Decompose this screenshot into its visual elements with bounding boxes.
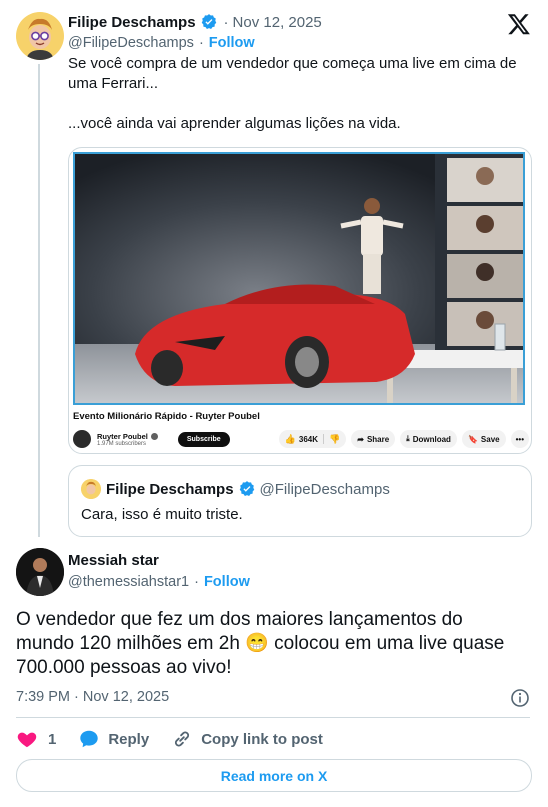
download-icon: ⤓: [406, 434, 410, 443]
quote-author-name: Filipe Deschamps: [106, 480, 234, 498]
thumbs-down-icon[interactable]: 👎: [329, 434, 340, 445]
share-arrow-icon: ➦: [357, 434, 364, 444]
channel-avatar[interactable]: [73, 430, 91, 448]
link-icon: [175, 731, 190, 747]
thread-connector-line: [38, 64, 40, 537]
heart-icon: [17, 732, 37, 748]
quote-verified-badge-icon: [238, 480, 256, 498]
original-handle-separator: ·: [198, 35, 204, 51]
channel-verified-icon: [150, 432, 158, 440]
copy-link-button[interactable]: Copy link to post: [171, 728, 323, 750]
reply-button[interactable]: Reply: [78, 728, 149, 750]
original-follow-link[interactable]: Follow: [209, 35, 255, 51]
reply-label: Reply: [108, 730, 150, 748]
info-icon[interactable]: [510, 688, 530, 708]
download-button[interactable]: ⤓ Download: [400, 430, 457, 448]
messiah-avatar-photo: [16, 548, 64, 596]
filipe-avatar[interactable]: [16, 12, 64, 60]
reply-handle-separator: ·: [194, 574, 199, 590]
reply-author-name[interactable]: Messiah star: [68, 552, 159, 569]
reply-handle[interactable]: @themessiahstar1: [68, 574, 189, 590]
quoted-tweet-card[interactable]: Filipe Deschamps @FilipeDeschamps Cara, …: [68, 465, 532, 537]
original-tweet-header: Filipe Deschamps · Nov 12, 2025: [68, 12, 322, 32]
original-tweet-text-2: ...você ainda vai aprender algumas liçõe…: [68, 115, 401, 132]
quote-author-avatar: [81, 479, 101, 499]
save-label: Save: [480, 434, 500, 444]
share-button[interactable]: ➦ Share: [351, 430, 396, 448]
messiah-avatar[interactable]: [16, 548, 64, 596]
ferrari-stage-image: [75, 154, 523, 403]
verified-badge-icon: [200, 13, 218, 31]
copy-link-label: Copy link to post: [201, 730, 323, 748]
divider-line: [16, 717, 530, 718]
share-label: Share: [366, 434, 390, 444]
like-button[interactable]: 1: [16, 728, 56, 750]
original-handle[interactable]: @FilipeDeschamps: [68, 35, 194, 51]
quote-handle: @FilipeDeschamps: [259, 480, 390, 498]
original-tweet-text-1: Se você compra de um vendedor que começa…: [68, 55, 517, 92]
subscribe-button[interactable]: Subscribe: [177, 431, 230, 447]
channel-row: Ruyter Poubel 1.97M subscribers Subscrib…: [73, 429, 529, 449]
reply-action-bar: 1 Reply Copy link to post: [16, 728, 323, 750]
read-more-button[interactable]: Read more on X: [16, 759, 532, 792]
like-count: 1: [48, 730, 57, 748]
video-title: Evento Milionário Rápido - Ruyter Poubel: [73, 411, 260, 422]
more-dots-icon[interactable]: •••: [510, 430, 529, 448]
original-separator: ·: [223, 13, 229, 31]
reply-timestamp[interactable]: 7:39 PM · Nov 12, 2025: [16, 689, 169, 705]
quote-header: Filipe Deschamps @FilipeDeschamps: [81, 478, 390, 500]
channel-name[interactable]: Ruyter Poubel: [97, 432, 148, 441]
reply-bubble-icon: [80, 730, 99, 748]
filipe-avatar-illustration: [16, 12, 64, 60]
bookmark-icon: 🔖: [467, 434, 478, 444]
reply-tweet-text: O vendedor que fez um dos maiores lançam…: [16, 609, 505, 678]
tweet-media-card[interactable]: Evento Milionário Rápido - Ruyter Poubel…: [68, 147, 532, 454]
thumbs-up-icon[interactable]: 👍: [285, 434, 296, 445]
reply-follow-link[interactable]: Follow: [204, 574, 250, 590]
save-button[interactable]: 🔖 Save: [461, 430, 506, 448]
original-handle-row: @FilipeDeschamps · Follow: [68, 34, 255, 52]
reply-handle-row: @themessiahstar1 · Follow: [68, 573, 250, 591]
download-label: Download: [412, 434, 451, 444]
x-logo-icon[interactable]: [507, 12, 531, 36]
original-timestamp[interactable]: Nov 12, 2025: [233, 14, 322, 31]
channel-subscribers: 1.97M subscribers: [97, 440, 147, 447]
original-author-name[interactable]: Filipe Deschamps: [68, 14, 196, 31]
video-like-count: 364K: [298, 434, 319, 444]
like-dislike-pill: 👍 364K 👎: [278, 430, 347, 448]
video-frame[interactable]: [73, 152, 525, 405]
quote-text: Cara, isso é muito triste.: [81, 506, 243, 523]
